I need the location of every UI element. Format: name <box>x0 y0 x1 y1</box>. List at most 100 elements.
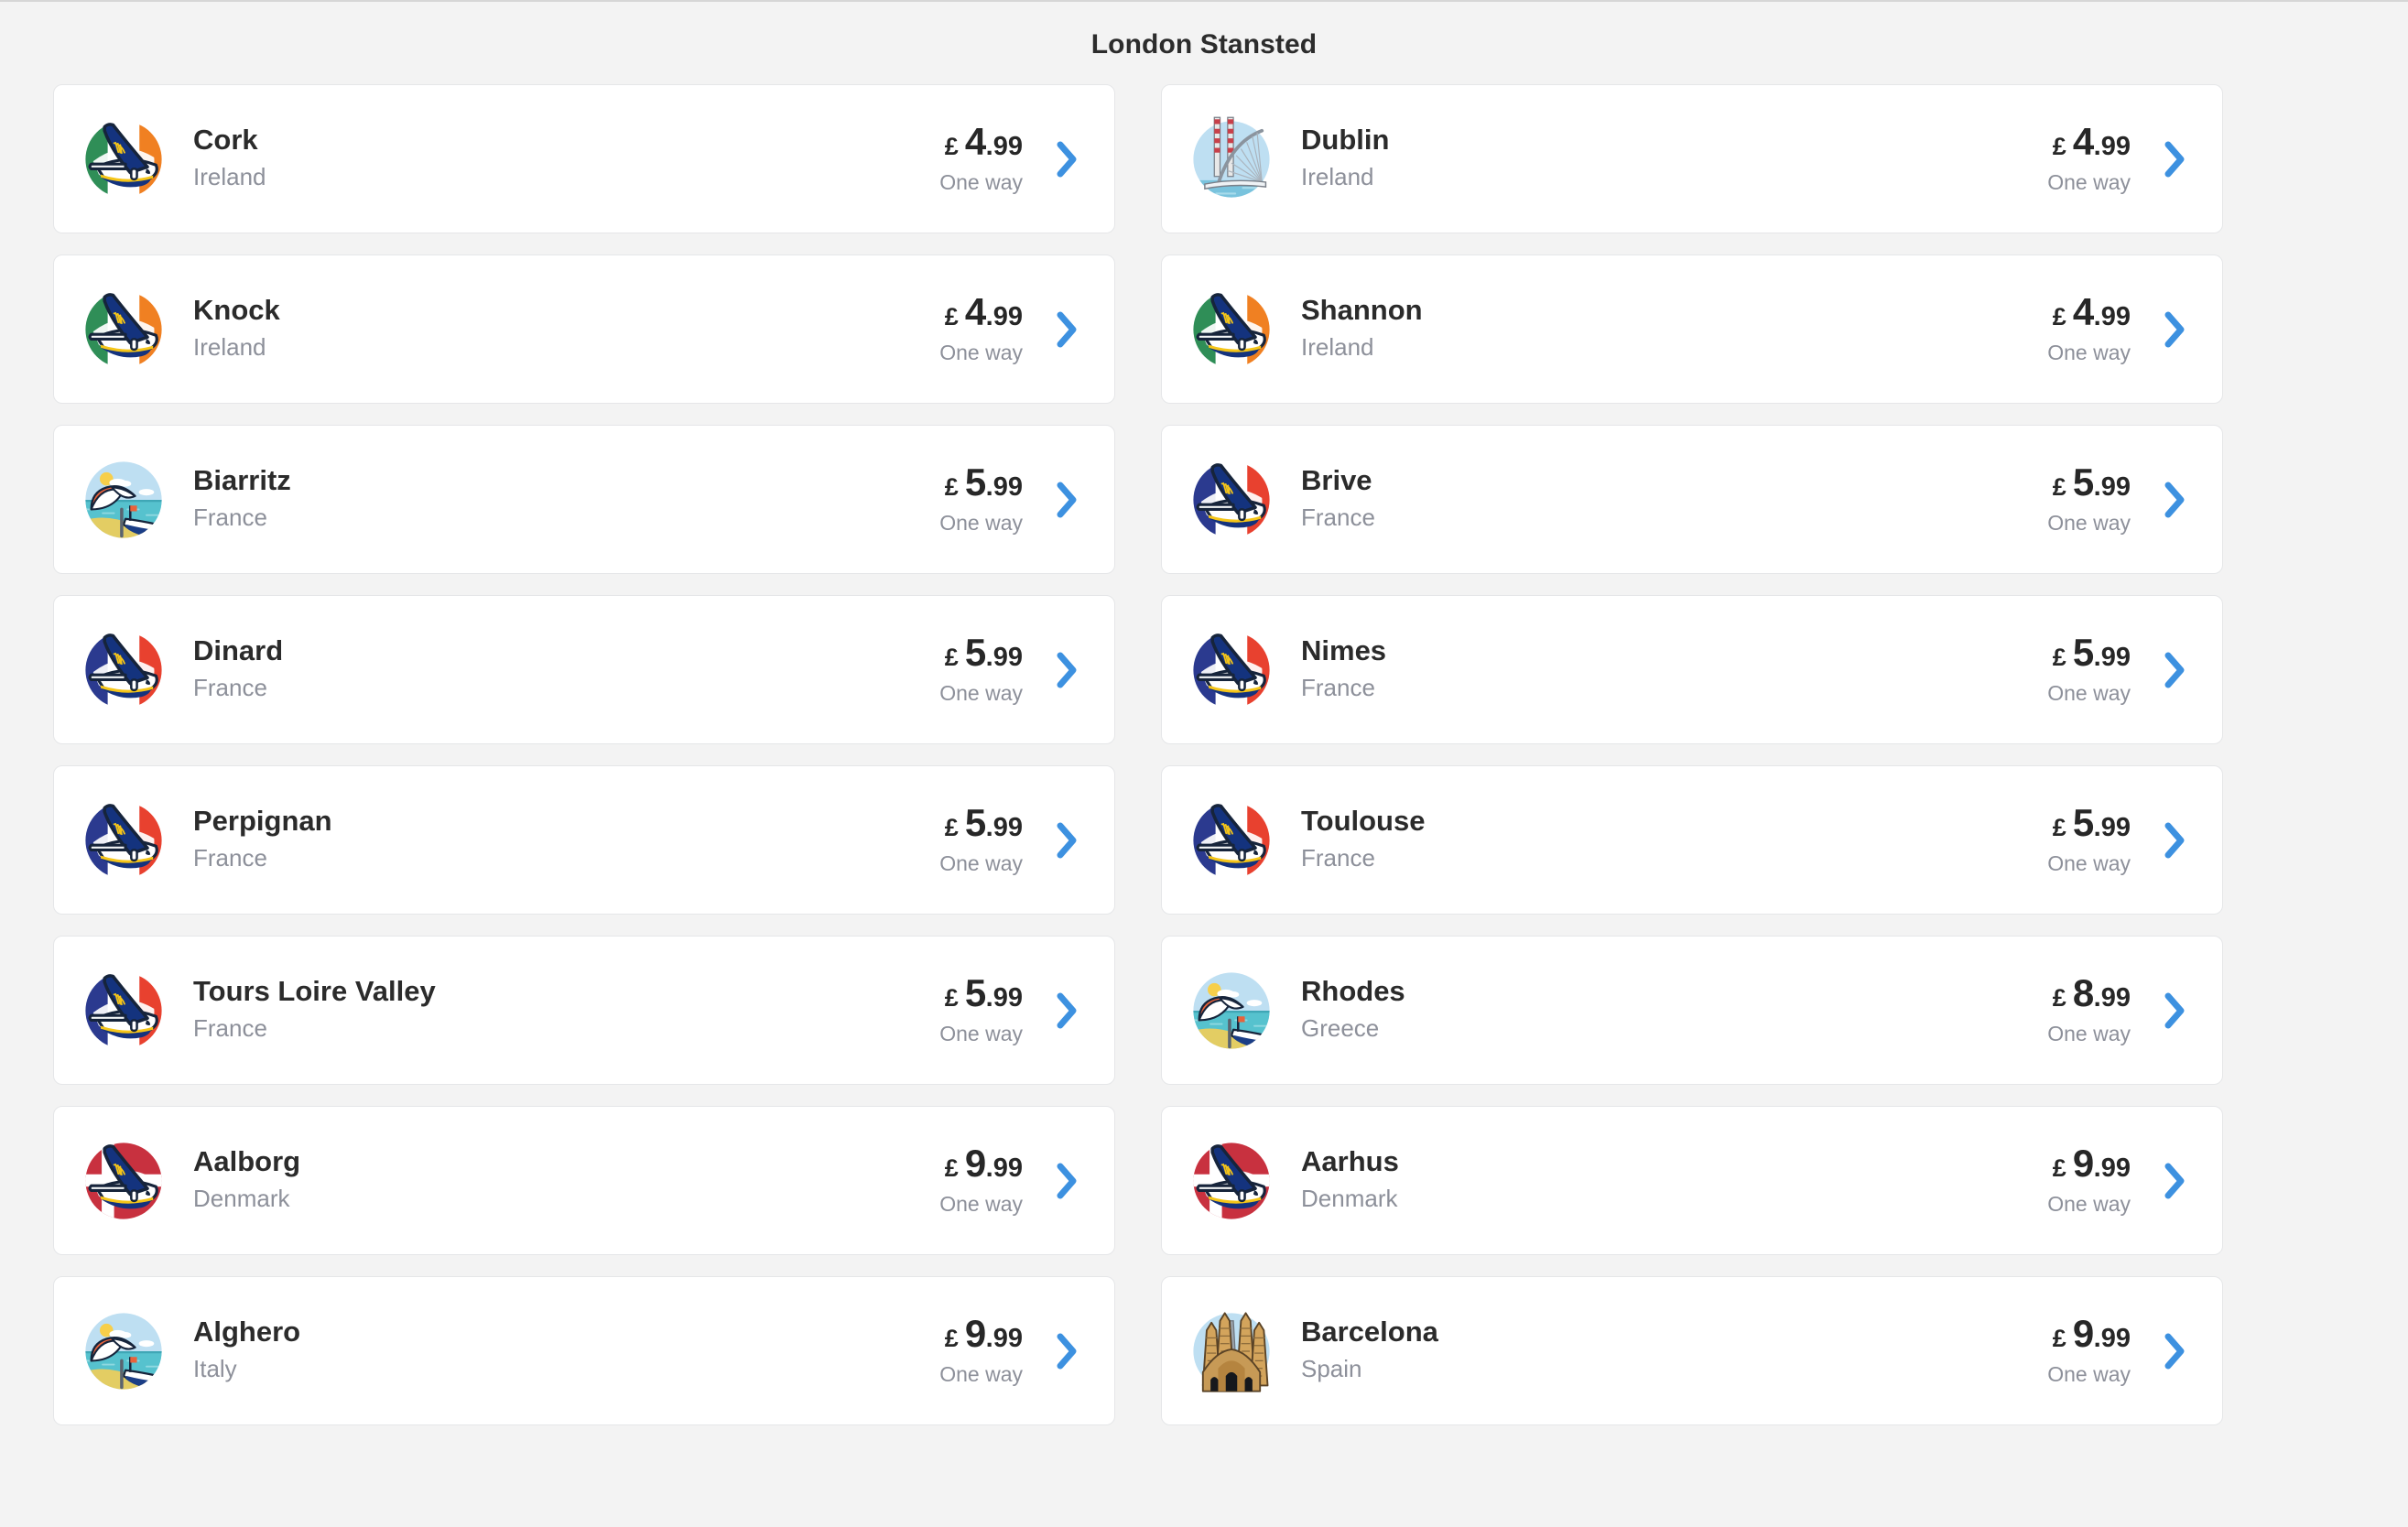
destination-texts: Shannon Ireland <box>1281 294 2047 363</box>
destination-card[interactable]: Aarhus Denmark £9.99 One way <box>1161 1106 2223 1255</box>
chevron-right-icon[interactable] <box>1050 819 1083 861</box>
price-whole: 8 <box>2072 971 2094 1014</box>
price-line: £5.99 <box>2047 463 2131 502</box>
one-way-label: One way <box>2047 851 2131 875</box>
destination-card[interactable]: Shannon Ireland £4.99 One way <box>1161 254 2223 404</box>
price-whole: 9 <box>2072 1312 2094 1355</box>
destination-country: Spain <box>1301 1355 1362 1383</box>
one-way-label: One way <box>939 1192 1023 1216</box>
destination-country: Ireland <box>1301 163 1374 191</box>
destination-name: Toulouse <box>1301 805 1426 838</box>
destination-name: Knock <box>193 294 280 327</box>
destination-card[interactable]: Tours Loire Valley France £5.99 One way <box>53 936 1115 1085</box>
destination-card[interactable]: Alghero Italy £9.99 One way <box>53 1276 1115 1425</box>
chevron-right-icon[interactable] <box>1050 649 1083 691</box>
chevron-right-icon[interactable] <box>1050 479 1083 521</box>
plane-tail-denmark-icon <box>74 1132 173 1230</box>
destination-texts: Perpignan France <box>173 805 939 874</box>
price-block: £9.99 One way <box>939 1144 1050 1217</box>
destination-country: France <box>1301 844 1375 872</box>
price-whole: 5 <box>964 801 986 844</box>
chevron-right-icon[interactable] <box>2158 138 2191 180</box>
price-block: £5.99 One way <box>939 804 1050 876</box>
currency-symbol: £ <box>944 303 959 330</box>
destination-card[interactable]: Knock Ireland £4.99 One way <box>53 254 1115 404</box>
one-way-label: One way <box>2047 341 2131 364</box>
chevron-right-icon[interactable] <box>2158 309 2191 351</box>
price-block: £4.99 One way <box>2047 293 2158 365</box>
price-fraction: .99 <box>985 302 1023 331</box>
currency-symbol: £ <box>944 984 959 1012</box>
destination-card[interactable]: Perpignan France £5.99 One way <box>53 765 1115 915</box>
currency-symbol: £ <box>2052 133 2066 160</box>
chevron-right-icon[interactable] <box>2158 1160 2191 1202</box>
destination-card[interactable]: Nimes France £5.99 One way <box>1161 595 2223 744</box>
price-fraction: .99 <box>2093 472 2131 502</box>
price-block: £5.99 One way <box>2047 463 2158 536</box>
destination-card[interactable]: Cork Ireland £4.99 One way <box>53 84 1115 233</box>
destination-country: Ireland <box>193 163 266 191</box>
currency-symbol: £ <box>2052 984 2066 1012</box>
price-block: £9.99 One way <box>2047 1315 2158 1387</box>
destination-name: Tours Loire Valley <box>193 975 436 1008</box>
destination-card[interactable]: Barcelona Spain £9.99 One way <box>1161 1276 2223 1425</box>
destination-country: France <box>1301 504 1375 532</box>
destination-country: France <box>193 504 267 532</box>
price-block: £4.99 One way <box>939 293 1050 365</box>
destination-texts: Alghero Italy <box>173 1316 939 1385</box>
plane-tail-france-icon <box>1182 450 1281 549</box>
destination-texts: Tours Loire Valley France <box>173 975 939 1045</box>
one-way-label: One way <box>2047 170 2131 194</box>
chevron-right-icon[interactable] <box>2158 649 2191 691</box>
destination-name: Aarhus <box>1301 1145 1399 1178</box>
chevron-right-icon[interactable] <box>2158 990 2191 1032</box>
destination-card[interactable]: Dublin Ireland £4.99 One way <box>1161 84 2223 233</box>
chevron-right-icon[interactable] <box>1050 1160 1083 1202</box>
chevron-right-icon[interactable] <box>2158 1330 2191 1372</box>
chevron-right-icon[interactable] <box>2158 479 2191 521</box>
destination-card[interactable]: Dinard France £5.99 One way <box>53 595 1115 744</box>
plane-tail-france-icon <box>1182 621 1281 720</box>
price-whole: 9 <box>2072 1142 2094 1185</box>
currency-symbol: £ <box>944 1154 959 1182</box>
destination-name: Dinard <box>193 634 284 667</box>
currency-symbol: £ <box>944 133 959 160</box>
price-fraction: .99 <box>2093 1153 2131 1183</box>
price-block: £5.99 One way <box>2047 804 2158 876</box>
beach-umbrella-icon <box>1182 961 1281 1060</box>
price-line: £4.99 <box>2047 293 2131 331</box>
destination-name: Barcelona <box>1301 1316 1438 1348</box>
destination-texts: Aarhus Denmark <box>1281 1145 2047 1215</box>
price-fraction: .99 <box>985 983 1023 1013</box>
chevron-right-icon[interactable] <box>1050 1330 1083 1372</box>
destination-country: Ireland <box>1301 333 1374 362</box>
destination-texts: Aalborg Denmark <box>173 1145 939 1215</box>
one-way-label: One way <box>2047 681 2131 705</box>
price-line: £4.99 <box>939 123 1023 161</box>
plane-tail-ireland-icon <box>1182 280 1281 379</box>
plane-tail-france-icon <box>1182 791 1281 890</box>
chevron-right-icon[interactable] <box>2158 819 2191 861</box>
destination-country: Ireland <box>193 333 266 362</box>
top-divider <box>0 0 2408 2</box>
price-line: £5.99 <box>2047 634 2131 672</box>
destination-country: France <box>193 844 267 872</box>
destination-name: Shannon <box>1301 294 1423 327</box>
price-fraction: .99 <box>2093 983 2131 1013</box>
one-way-label: One way <box>2047 1362 2131 1386</box>
currency-symbol: £ <box>944 1325 959 1352</box>
destination-card[interactable]: Rhodes Greece £8.99 One way <box>1161 936 2223 1085</box>
price-line: £5.99 <box>939 463 1023 502</box>
destination-card[interactable]: Toulouse France £5.99 One way <box>1161 765 2223 915</box>
destination-card[interactable]: Biarritz France £5.99 One way <box>53 425 1115 574</box>
destination-texts: Cork Ireland <box>173 124 939 193</box>
price-block: £8.99 One way <box>2047 974 2158 1046</box>
price-whole: 4 <box>964 290 986 333</box>
chevron-right-icon[interactable] <box>1050 990 1083 1032</box>
chevron-right-icon[interactable] <box>1050 309 1083 351</box>
destination-card[interactable]: Aalborg Denmark £9.99 One way <box>53 1106 1115 1255</box>
destination-card[interactable]: Brive France £5.99 One way <box>1161 425 2223 574</box>
chevron-right-icon[interactable] <box>1050 138 1083 180</box>
price-whole: 5 <box>2072 631 2094 674</box>
price-line: £5.99 <box>2047 804 2131 842</box>
